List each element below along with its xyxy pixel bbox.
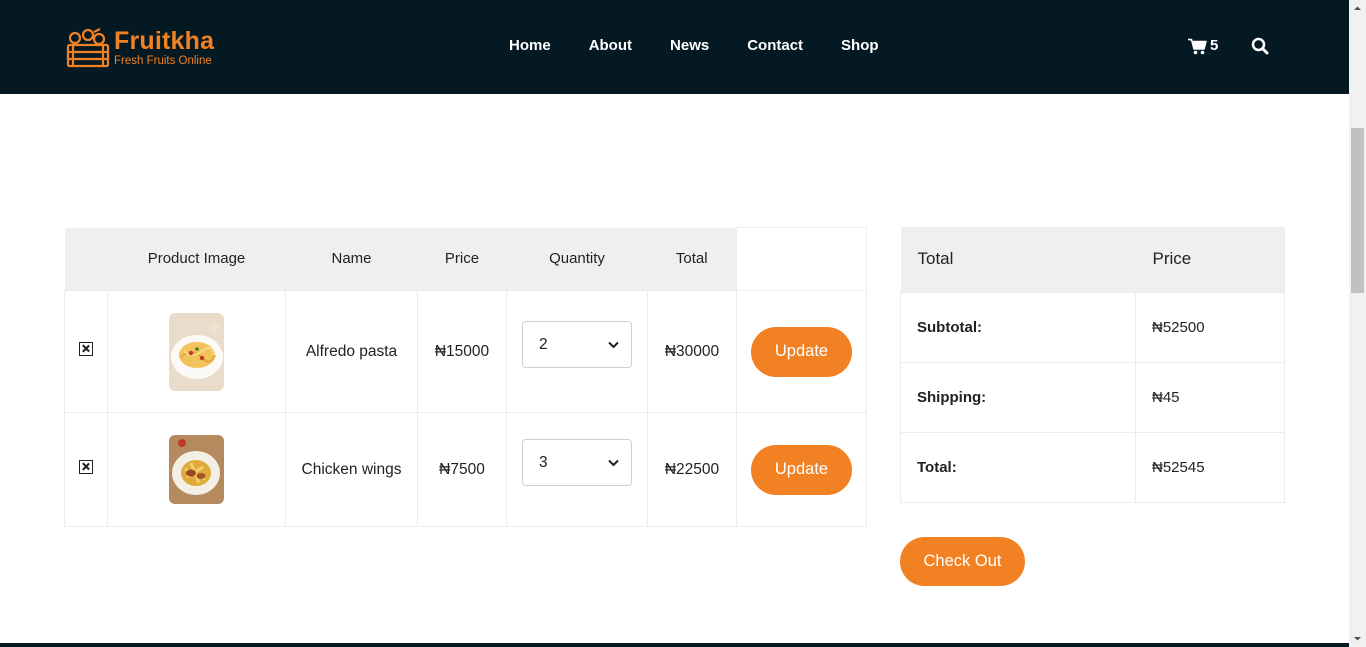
update-button[interactable]: Update (751, 444, 852, 495)
subtotal-label: Subtotal: (900, 291, 1136, 363)
grand-total-value: ₦52545 (1135, 431, 1285, 503)
brand-tagline: Fresh Fruits Online (114, 54, 212, 67)
totals-header-price: Price (1135, 227, 1285, 292)
scroll-up-arrow-icon[interactable] (1349, 0, 1366, 17)
logo[interactable]: Fruitkha Fresh Fruits Online (66, 28, 214, 68)
site-header: Fruitkha Fresh Fruits Online Home About … (0, 0, 1349, 94)
product-total: ₦30000 (647, 290, 737, 413)
scrollbar-thumb[interactable] (1351, 128, 1364, 293)
header-action (736, 227, 867, 291)
table-row: Chicken wings ₦7500 3 ₦22500 Update (64, 412, 867, 527)
nav-shop[interactable]: Shop (822, 36, 898, 56)
page-footer-edge (0, 643, 1349, 647)
header-total: Total (647, 227, 737, 291)
remove-item-icon[interactable] (79, 342, 93, 356)
quantity-value: 2 (539, 335, 548, 353)
quantity-select[interactable]: 3 (522, 439, 632, 486)
chevron-down-icon (608, 459, 619, 466)
grand-total-label: Total: (900, 431, 1136, 503)
cart-count: 5 (1210, 37, 1219, 54)
product-price: ₦7500 (417, 412, 507, 527)
cart-table-header: Product Image Name Price Quantity Total (64, 227, 867, 291)
quantity-value: 3 (539, 453, 548, 471)
product-image-alfredo-pasta (169, 312, 224, 391)
search-icon[interactable] (1251, 37, 1269, 55)
quantity-select[interactable]: 2 (522, 321, 632, 368)
shipping-value: ₦45 (1135, 361, 1285, 433)
checkout-button[interactable]: Check Out (900, 537, 1025, 586)
totals-row-subtotal: Subtotal: ₦52500 (900, 291, 1285, 363)
totals-row-shipping: Shipping: ₦45 (900, 361, 1285, 433)
vertical-scrollbar[interactable] (1349, 0, 1366, 647)
cart-icon (1188, 38, 1207, 54)
totals-header-total: Total (900, 227, 1136, 292)
scroll-down-arrow-icon[interactable] (1349, 630, 1366, 647)
header-quantity: Quantity (506, 227, 648, 291)
nav-news[interactable]: News (651, 36, 728, 56)
nav-about[interactable]: About (570, 36, 651, 56)
chevron-down-icon (608, 341, 619, 348)
header-price: Price (417, 227, 507, 291)
totals-row-total: Total: ₦52545 (900, 431, 1285, 503)
product-price: ₦15000 (417, 290, 507, 413)
nav-contact[interactable]: Contact (728, 36, 822, 56)
subtotal-value: ₦52500 (1135, 291, 1285, 363)
fruit-crate-icon (66, 28, 110, 68)
table-row: Alfredo pasta ₦15000 2 ₦30000 Update (64, 290, 867, 413)
cart-table: Product Image Name Price Quantity Total (64, 227, 867, 527)
main-nav: Home About News Contact Shop (490, 36, 898, 56)
cart-button[interactable]: 5 (1188, 36, 1218, 56)
header-name: Name (285, 227, 418, 291)
product-name: Chicken wings (285, 412, 418, 527)
update-button[interactable]: Update (751, 326, 852, 377)
product-total: ₦22500 (647, 412, 737, 527)
header-product-image: Product Image (107, 227, 286, 291)
nav-home[interactable]: Home (490, 36, 570, 56)
shipping-label: Shipping: (900, 361, 1136, 433)
totals-header: Total Price (900, 227, 1285, 292)
product-name: Alfredo pasta (285, 290, 418, 413)
remove-item-icon[interactable] (79, 460, 93, 474)
cart-totals-table: Total Price Subtotal: ₦52500 Shipping: ₦… (900, 227, 1285, 503)
brand-name: Fruitkha (114, 26, 215, 55)
header-remove (64, 227, 108, 291)
product-image-chicken-wings (169, 435, 224, 504)
